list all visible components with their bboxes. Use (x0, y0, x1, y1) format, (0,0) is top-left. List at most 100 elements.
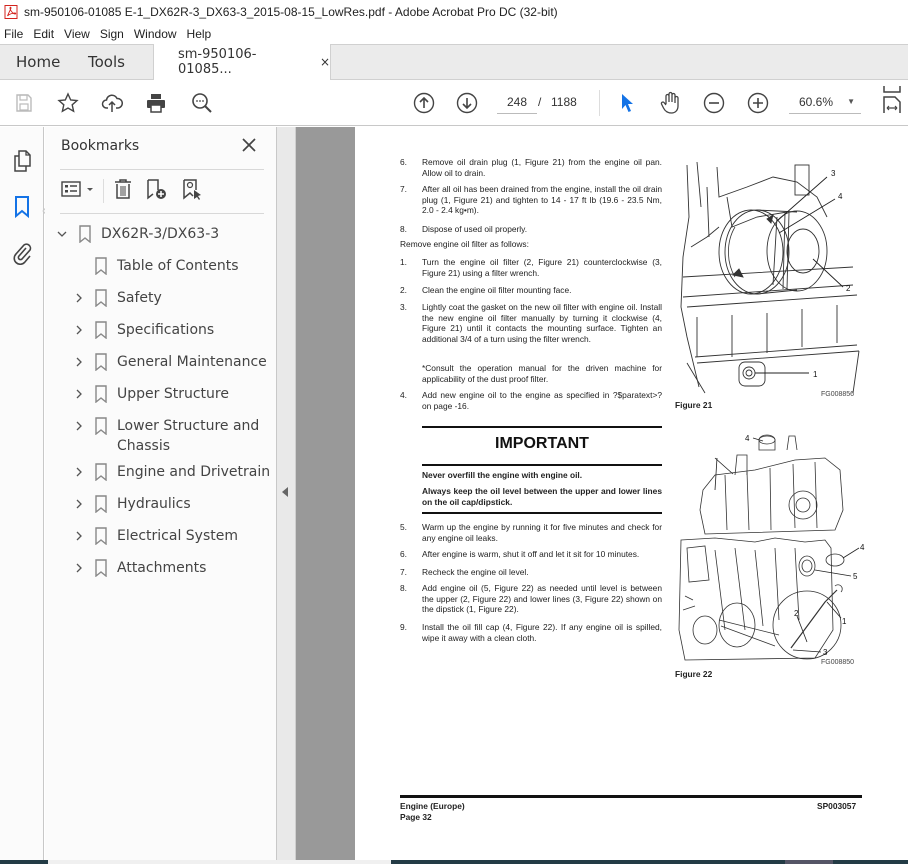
menu-edit[interactable]: Edit (28, 27, 59, 41)
tab-tools[interactable]: Tools (88, 53, 125, 71)
bookmark-icon (95, 527, 107, 545)
select-pointer-icon[interactable] (616, 91, 640, 115)
important-heading: IMPORTANT (495, 435, 589, 452)
step-item: 1. Turn the engine oil filter (2, Figure… (400, 257, 662, 279)
step-item: 3. Lightly coat the gasket on the new oi… (400, 302, 662, 357)
menu-file[interactable]: File (0, 27, 28, 41)
bookmark-item-attachments[interactable]: Attachments (45, 558, 277, 580)
bookmark-from-selection-icon[interactable] (181, 177, 205, 201)
fit-page-icon[interactable] (880, 86, 904, 113)
bookmark-item-engine-and-drivetrain[interactable]: Engine and Drivetrain (45, 462, 277, 484)
bookmark-item-table-of-contents[interactable]: Table of Contents (45, 256, 277, 278)
step-number: 7. (400, 567, 407, 577)
footer-rule (400, 795, 862, 798)
bookmark-label: DX62R-3/DX63-3 (101, 226, 220, 242)
step-item: 6. After engine is warm, shut it off and… (400, 549, 662, 560)
zoom-in-icon[interactable] (746, 91, 770, 115)
step-text: Warm up the engine by running it for fiv… (422, 522, 662, 543)
callout-label: 2 (846, 284, 851, 293)
callout-label: 4 (745, 434, 750, 443)
footer-doc-code: SP003057 (817, 801, 857, 811)
print-icon[interactable] (144, 91, 168, 115)
bookmark-item-lower-structure-and-chassis[interactable]: Lower Structure and Chassis (45, 416, 277, 458)
bookmark-label: Table of Contents (117, 258, 239, 274)
bookmark-item-general-maintenance[interactable]: General Maintenance (45, 352, 277, 374)
bookmark-label: Engine and Drivetrain (117, 464, 271, 480)
step-item: 9. Install the oil fill cap (4, Figure 2… (400, 622, 662, 644)
close-panel-icon[interactable] (241, 137, 257, 153)
bookmark-label: Electrical System (117, 528, 239, 544)
bookmark-item-electrical-system[interactable]: Electrical System (45, 526, 277, 548)
bookmark-item-hydraulics[interactable]: Hydraulics (45, 494, 277, 516)
toolbar-divider (599, 90, 600, 116)
delete-bookmark-icon[interactable] (113, 177, 133, 201)
tab-home[interactable]: Home (16, 53, 60, 71)
step-item: 7. Recheck the engine oil level. (400, 567, 662, 578)
chevron-right-icon[interactable] (74, 293, 84, 303)
zoom-out-icon[interactable] (702, 91, 726, 115)
menu-sign[interactable]: Sign (95, 27, 129, 41)
panel-divider (60, 213, 264, 214)
chevron-right-icon[interactable] (74, 325, 84, 335)
panel-divider (60, 169, 264, 170)
chevron-right-icon[interactable] (74, 421, 84, 431)
bookmark-options-menu[interactable] (61, 177, 95, 201)
chevron-right-icon[interactable] (74, 467, 84, 477)
bookmarks-panel: Bookmarks DX62R-3/DX63-3 Table of Conten… (45, 127, 277, 860)
footer-page-number: Page 32 (400, 812, 432, 822)
bookmarks-panel-icon[interactable] (11, 195, 33, 219)
menu-view[interactable]: View (59, 27, 95, 41)
close-tab-icon[interactable]: × (320, 55, 330, 69)
collapse-left-arrow-icon[interactable] (282, 487, 288, 497)
new-bookmark-icon[interactable] (145, 177, 169, 201)
important-rule-top (422, 426, 662, 428)
bookmarks-panel-title: Bookmarks (61, 138, 140, 154)
menu-bar: File Edit View Sign Window Help (0, 24, 908, 44)
chevron-right-icon[interactable] (74, 531, 84, 541)
important-line-2: Always keep the oil level between the up… (422, 486, 662, 507)
page-thumbnails-icon[interactable] (11, 149, 33, 172)
bookmark-star-icon[interactable] (56, 91, 80, 115)
chevron-down-icon: ▼ (847, 97, 855, 106)
bookmark-label: Lower Structure and (117, 418, 260, 434)
window-titlebar: sm-950106-01085 E-1_DX62R-3_DX63-3_2015-… (0, 0, 908, 24)
search-zoom-icon[interactable] (190, 91, 214, 115)
step-item: 8. Add engine oil (5, Figure 22) as need… (400, 583, 662, 616)
step-item: 7. After all oil has been drained from t… (400, 184, 662, 217)
page-number-input[interactable]: 248 (497, 92, 537, 114)
zoom-level-dropdown[interactable]: 60.6% ▼ (789, 92, 861, 114)
bookmark-item-upper-structure[interactable]: Upper Structure (45, 384, 277, 406)
tab-document[interactable]: sm-950106-01085... × (153, 44, 331, 80)
chevron-right-icon[interactable] (74, 389, 84, 399)
panel-collapse-handle[interactable] (277, 127, 296, 860)
figure-21-caption: Figure 21 (675, 400, 713, 410)
bookmark-icon (95, 353, 107, 371)
menu-window[interactable]: Window (129, 27, 182, 41)
upload-cloud-icon[interactable] (100, 91, 124, 115)
hand-icon[interactable] (659, 91, 683, 115)
step-item: 4. Add new engine oil to the engine as s… (400, 390, 662, 412)
document-viewer[interactable]: 6. Remove oil drain plug (1, Figure 21) … (296, 127, 908, 860)
bookmark-item-root[interactable]: DX62R-3/DX63-3 (45, 224, 277, 246)
important-line-1: Never overfill the engine with engine oi… (422, 470, 583, 480)
save-icon[interactable] (12, 91, 36, 115)
window-title: sm-950106-01085 E-1_DX62R-3_DX63-3_2015-… (24, 5, 558, 19)
step-text: Install the oil fill cap (4, Figure 22).… (422, 622, 662, 643)
chevron-right-icon[interactable] (74, 499, 84, 509)
footer-section: Engine (Europe) (400, 801, 465, 811)
attachments-paperclip-icon[interactable] (11, 241, 33, 265)
bookmark-label-line2: Chassis (117, 438, 170, 454)
chevron-right-icon[interactable] (74, 357, 84, 367)
bookmark-item-specifications[interactable]: Specifications (45, 320, 277, 342)
total-pages: 1188 (551, 95, 577, 109)
bookmark-item-safety[interactable]: Safety (45, 288, 277, 310)
pdf-page: 6. Remove oil drain plug (1, Figure 21) … (355, 127, 908, 860)
step-number: 8. (400, 224, 407, 234)
page-up-icon[interactable] (412, 91, 436, 115)
chevron-down-icon[interactable] (57, 229, 67, 239)
menu-help[interactable]: Help (182, 27, 217, 41)
page-down-icon[interactable] (455, 91, 479, 115)
horizontal-scrollbar[interactable] (48, 860, 391, 864)
step-text: Add new engine oil to the engine as spec… (422, 390, 662, 411)
chevron-right-icon[interactable] (74, 563, 84, 573)
